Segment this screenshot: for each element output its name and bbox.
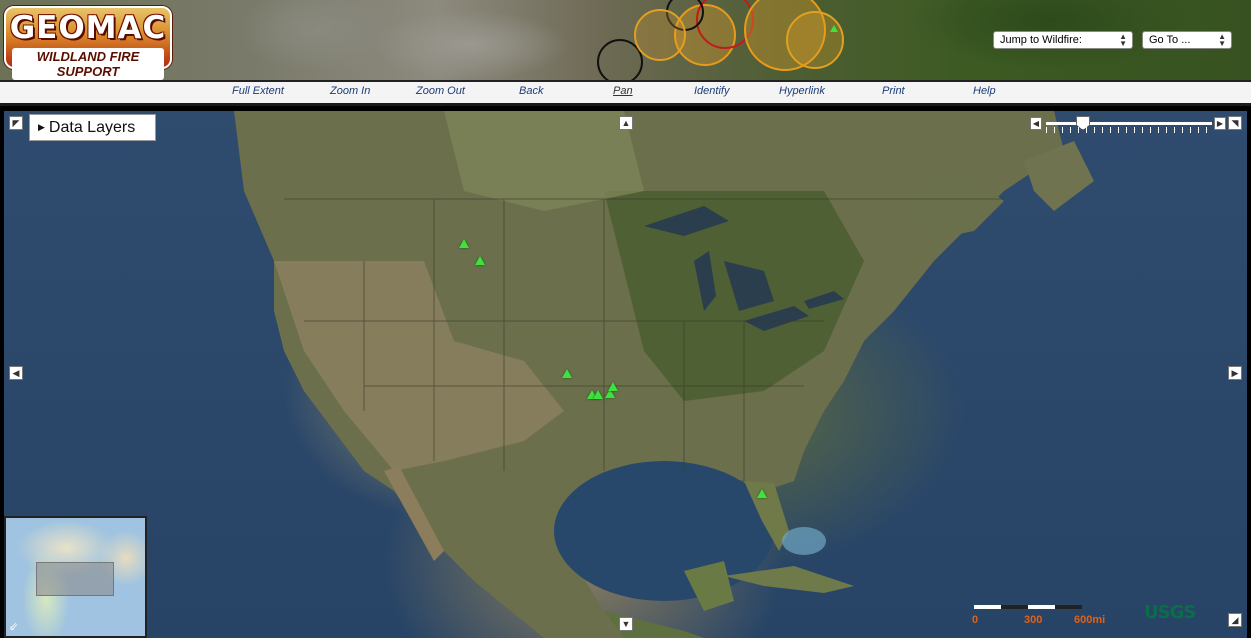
wildfire-marker[interactable] (608, 382, 618, 391)
zoom-slider-ticks (1046, 127, 1212, 133)
pan-north-icon[interactable]: ▲ (619, 116, 633, 130)
map-canvas[interactable]: ◤ ▶ Data Layers ▲ ▼ ◀ ▶ ◥ ◢ ◀ ▶ 0 300 600… (4, 111, 1247, 638)
logo-title: GEOMAC (9, 10, 167, 46)
logo-subtitle: WILDLAND FIRE SUPPORT (12, 48, 164, 80)
wildfire-marker[interactable] (593, 390, 603, 399)
scale-segment (1028, 605, 1055, 609)
overview-map[interactable]: ⇙ (4, 516, 147, 638)
scale-label-300: 300 (1024, 614, 1043, 626)
geomac-viewer: GEOMAC WILDLAND FIRE SUPPORT Jump to Wil… (0, 0, 1251, 638)
zoom-out-arrow-icon[interactable]: ◀ (1030, 117, 1042, 130)
pan-east-icon[interactable]: ▶ (1228, 366, 1242, 380)
wildfire-marker[interactable] (757, 489, 767, 498)
banner-fire-perimeters-graphic (597, 0, 844, 80)
tool-zoom-in[interactable]: Zoom In (330, 85, 370, 97)
header-banner: GEOMAC WILDLAND FIRE SUPPORT Jump to Wil… (0, 0, 1251, 80)
expand-triangle-icon: ▶ (38, 122, 45, 132)
select-arrows-icon: ▲ ▼ (1119, 32, 1127, 48)
scale-label-0: 0 (972, 614, 979, 626)
overview-extent-box[interactable] (36, 562, 114, 596)
zoom-slider-track[interactable] (1046, 122, 1212, 125)
wildfire-marker[interactable] (562, 369, 572, 378)
tool-identify[interactable]: Identify (694, 85, 729, 97)
usgs-logo: USGS (1144, 602, 1196, 623)
scale-bar: 0 300 600mi (972, 605, 1114, 629)
wildfire-marker[interactable] (475, 256, 485, 265)
tool-zoom-out[interactable]: Zoom Out (416, 85, 465, 97)
pan-west-icon[interactable]: ◀ (9, 366, 23, 380)
collapse-bottomright-icon[interactable]: ◢ (1228, 613, 1242, 627)
data-layers-button[interactable]: ▶ Data Layers (29, 114, 156, 141)
tool-pan[interactable]: Pan (613, 85, 633, 97)
scale-segment (974, 605, 1001, 609)
tool-print[interactable]: Print (882, 85, 905, 97)
pan-south-icon[interactable]: ▼ (619, 617, 633, 631)
jump-to-wildfire-value: Jump to Wildfire: (1000, 34, 1082, 46)
go-to-value: Go To ... (1149, 34, 1191, 46)
scale-label-600: 600mi (1074, 614, 1106, 626)
collapse-topright-icon[interactable]: ◥ (1228, 116, 1242, 130)
data-layers-label: Data Layers (48, 119, 136, 136)
wildfire-marker[interactable] (459, 239, 469, 248)
map-toolbar: Full Extent Zoom In Zoom Out Back Pan Id… (0, 80, 1251, 106)
overview-toggle-icon[interactable]: ⇙ (9, 620, 18, 633)
tool-back[interactable]: Back (519, 85, 543, 97)
tool-help[interactable]: Help (973, 85, 996, 97)
tool-hyperlink[interactable]: Hyperlink (779, 85, 825, 97)
go-to-select[interactable]: Go To ... ▲ ▼ (1142, 31, 1232, 49)
scale-segment (1001, 605, 1028, 609)
satellite-basemap (234, 111, 1094, 638)
geomac-logo[interactable]: GEOMAC WILDLAND FIRE SUPPORT (4, 6, 172, 80)
zoom-in-arrow-icon[interactable]: ▶ (1214, 117, 1226, 130)
scale-segment (1055, 605, 1082, 609)
collapse-topleft-icon[interactable]: ◤ (9, 116, 23, 130)
tool-full-extent[interactable]: Full Extent (232, 85, 284, 97)
select-arrows-icon: ▲ ▼ (1218, 32, 1226, 48)
jump-to-wildfire-select[interactable]: Jump to Wildfire: ▲ ▼ (993, 31, 1133, 49)
